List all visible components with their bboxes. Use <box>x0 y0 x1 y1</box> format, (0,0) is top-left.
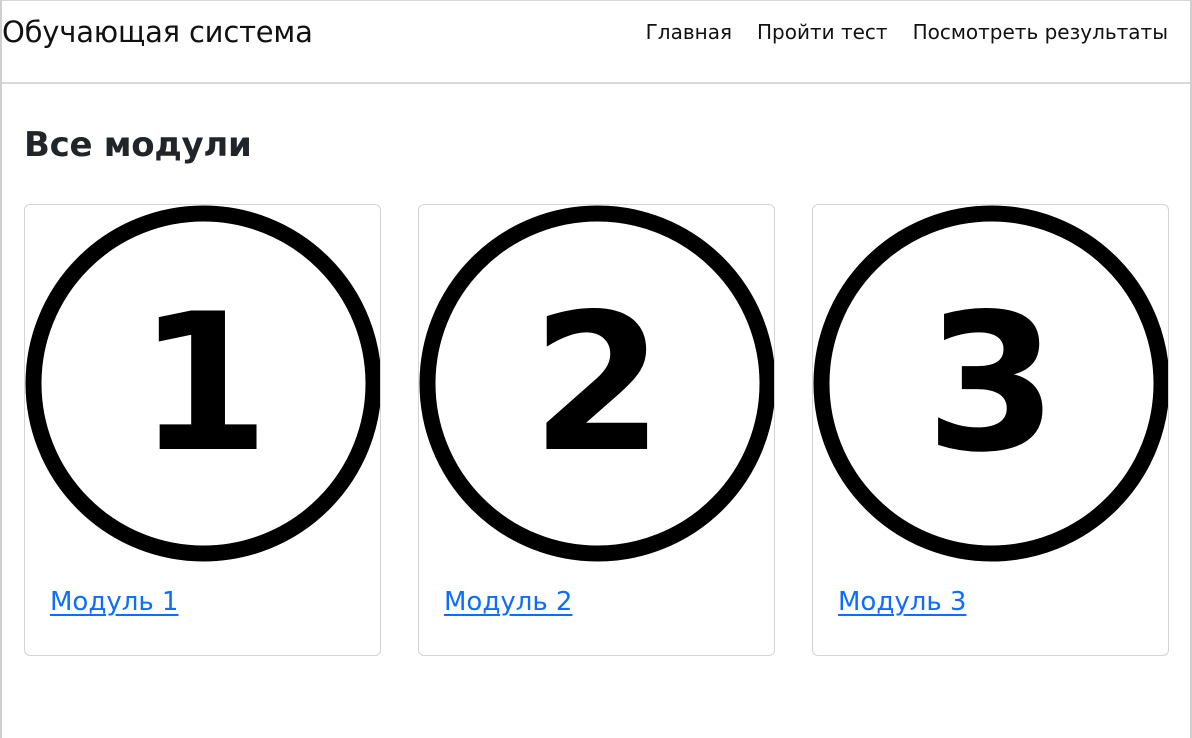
nav-link-home[interactable]: Главная <box>646 20 732 44</box>
page-title: Все модули <box>24 125 252 165</box>
number-1-circle-icon: 1 <box>25 205 380 562</box>
nav-link-take-test[interactable]: Пройти тест <box>757 20 888 44</box>
nav-link-view-results[interactable]: Посмотреть результаты <box>913 20 1168 44</box>
module-link[interactable]: Модуль 3 <box>838 587 966 617</box>
module-number: 1 <box>137 273 269 494</box>
number-2-circle-icon: 2 <box>419 205 774 562</box>
module-link[interactable]: Модуль 2 <box>444 587 572 617</box>
module-number: 3 <box>925 273 1057 494</box>
module-cards: 1 Модуль 1 2 Модуль 2 3 Модуль 3 <box>24 204 1169 656</box>
nav-links: Главная Пройти тест Посмотреть результат… <box>646 20 1168 44</box>
module-link[interactable]: Модуль 1 <box>50 587 178 617</box>
top-navbar: Обучающая система Главная Пройти тест По… <box>2 0 1190 84</box>
module-card-1: 1 Модуль 1 <box>24 204 381 656</box>
module-card-2: 2 Модуль 2 <box>418 204 775 656</box>
module-card-3: 3 Модуль 3 <box>812 204 1169 656</box>
number-3-circle-icon: 3 <box>813 205 1168 562</box>
brand-link[interactable]: Обучающая система <box>2 15 313 49</box>
module-number: 2 <box>531 273 663 494</box>
